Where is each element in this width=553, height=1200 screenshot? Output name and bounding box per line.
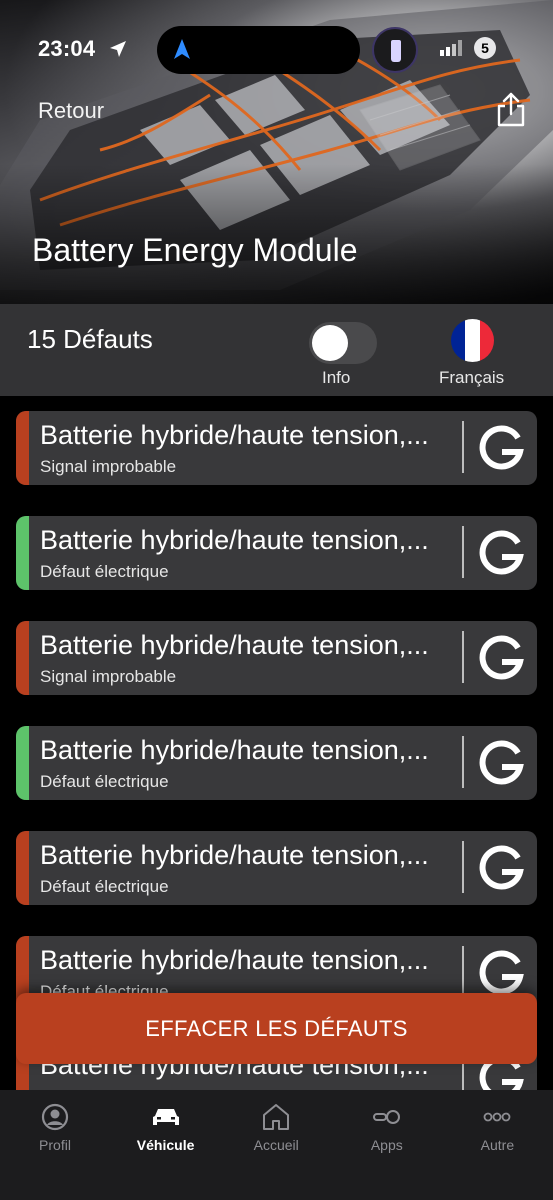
divider [462,736,464,788]
google-search-icon[interactable] [478,949,524,997]
google-search-icon[interactable] [478,844,524,892]
fault-title: Batterie hybride/haute tension,... [40,525,429,555]
fault-list[interactable]: Batterie hybride/haute tension,... Signal… [0,396,553,1090]
fault-title: Batterie hybride/haute tension,... [40,735,429,765]
tab-car[interactable]: Véhicule [111,1090,221,1170]
fault-item[interactable]: Batterie hybride/haute tension,... Défaut… [16,831,537,905]
flashlight-icon [372,27,418,73]
fault-summary-bar: 15 Défauts Info Français [0,304,553,396]
fault-item[interactable]: Batterie hybride/haute tension,... Signal… [16,621,537,695]
divider [462,841,464,893]
fault-title: Batterie hybride/haute tension,... [40,945,429,975]
tab-label: Apps [370,1137,403,1153]
battery-status-icon: 5 [474,37,496,59]
fault-item[interactable]: Batterie hybride/haute tension,... Signal… [16,411,537,485]
language-label: Français [439,368,505,387]
fault-title: Batterie hybride/haute tension,... [40,420,429,450]
status-time: 23:04 [38,36,96,61]
share-icon[interactable] [494,92,528,128]
tab-label: Accueil [253,1137,299,1153]
severity-indicator [16,831,29,905]
fault-subtitle: Signal improbable [40,667,177,686]
google-search-icon[interactable] [478,634,524,682]
divider [462,946,464,998]
back-button[interactable]: Retour [38,98,104,124]
info-toggle[interactable] [309,322,377,364]
divider [462,421,464,473]
fault-count: 15 Défauts [27,324,153,354]
tab-label: Profil [39,1137,71,1153]
clear-faults-button[interactable]: EFFACER LES DÉFAUTS [16,993,537,1064]
apps-icon [370,1102,404,1132]
more-icon [480,1102,514,1132]
fault-subtitle: Signal improbable [40,457,177,476]
cellular-signal-icon [440,40,462,56]
fault-subtitle: Défaut électrique [40,877,169,896]
profile-icon [38,1102,72,1132]
tab-label: Véhicule [136,1137,195,1153]
fault-subtitle: Défaut électrique [40,562,169,581]
toggle-knob [312,325,348,361]
tab-bar: Profil Véhicule Accueil Apps Autre [0,1090,553,1200]
google-search-icon[interactable] [478,739,524,787]
divider [462,631,464,683]
google-search-icon[interactable] [478,424,524,472]
fault-item[interactable]: Batterie hybride/haute tension,... Défaut… [16,726,537,800]
tab-profile[interactable]: Profil [0,1090,110,1170]
fault-title: Batterie hybride/haute tension,... [40,630,429,660]
tab-home[interactable]: Accueil [221,1090,331,1170]
severity-indicator [16,621,29,695]
location-arrow-icon [110,41,126,57]
tab-more[interactable]: Autre [442,1090,552,1170]
tab-label: Autre [480,1137,515,1153]
fault-item[interactable]: Batterie hybride/haute tension,... Défaut… [16,516,537,590]
status-bar: 23:04 5 [0,0,553,100]
fault-subtitle: Défaut électrique [40,772,169,791]
severity-indicator [16,726,29,800]
tab-apps[interactable]: Apps [332,1090,442,1170]
french-flag-icon[interactable] [451,319,494,362]
navigation-arrow-icon [174,39,190,59]
severity-indicator [16,411,29,485]
google-search-icon[interactable] [478,529,524,577]
info-toggle-label: Info [322,368,351,387]
severity-indicator [16,516,29,590]
car-icon [149,1102,183,1132]
dynamic-island [157,26,360,74]
page-title: Battery Energy Module [32,232,358,268]
fault-title: Batterie hybride/haute tension,... [40,840,429,870]
divider [462,526,464,578]
home-icon [259,1102,293,1132]
